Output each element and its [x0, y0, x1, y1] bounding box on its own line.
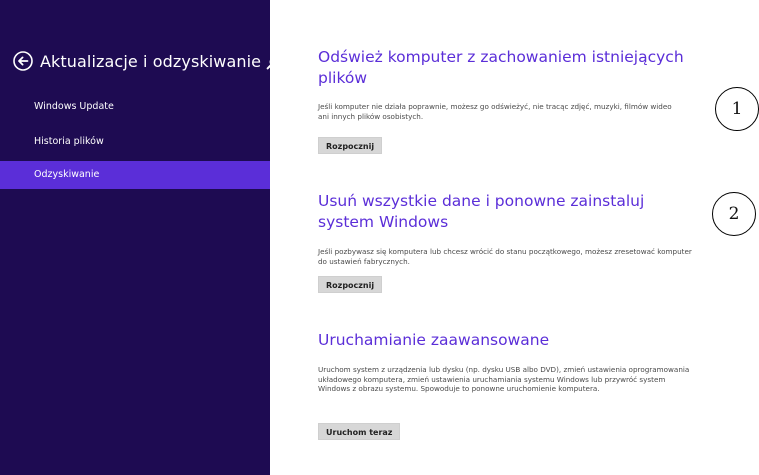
- sidebar-item-windows-update[interactable]: Windows Update: [0, 93, 270, 121]
- callout-marker-2: 2: [712, 192, 756, 236]
- restart-now-button[interactable]: Uruchom teraz: [318, 423, 401, 440]
- section-description-advanced-startup: Uruchom system z urządzenia lub dysku (n…: [318, 365, 690, 394]
- section-title-refresh: Odśwież komputer z zachowaniem istniejąc…: [318, 48, 684, 87]
- sidebar-item-historia-plikow[interactable]: Historia plików: [0, 128, 270, 156]
- sidebar: Aktualizacje i odzyskiwanie Windows Upda…: [0, 0, 279, 475]
- sidebar-header: Aktualizacje i odzyskiwanie: [12, 49, 279, 73]
- page-title: Aktualizacje i odzyskiwanie: [40, 51, 262, 71]
- callout-marker-1: 1: [715, 87, 759, 131]
- section-title-advanced-startup: Uruchamianie zaawansowane: [318, 331, 550, 349]
- section-description-reset: Jeśli pozbywasz się komputera lub chcesz…: [318, 247, 692, 266]
- sidebar-item-odzyskiwanie[interactable]: Odzyskiwanie: [0, 161, 270, 189]
- main-content: Odśwież komputer z zachowaniem istniejąc…: [270, 0, 759, 475]
- reset-start-button[interactable]: Rozpocznij: [318, 276, 383, 293]
- section-title-reset: Usuń wszystkie dane i ponowne zainstaluj…: [318, 192, 645, 231]
- refresh-start-button[interactable]: Rozpocznij: [318, 137, 383, 154]
- section-description-refresh: Jeśli komputer nie działa poprawnie, moż…: [318, 102, 672, 121]
- back-arrow-icon[interactable]: [12, 50, 34, 72]
